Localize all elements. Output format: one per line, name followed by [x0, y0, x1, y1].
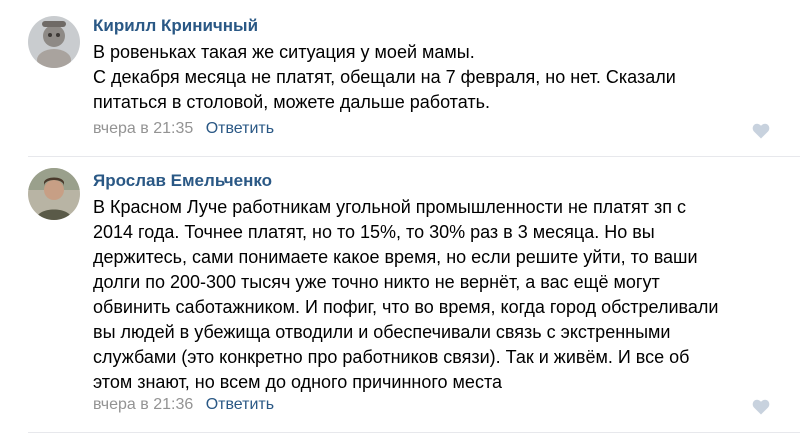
comment-author-link[interactable]: Ярослав Емельченко: [93, 171, 272, 191]
comment-text-line: вы людей в убежища отводили и обеспечива…: [93, 322, 671, 342]
comment-item: Кирилл Криничный В ровеньках такая же си…: [0, 0, 800, 160]
heart-icon[interactable]: [752, 123, 770, 139]
comment-text-line: этом знают, но всем до одного причинного…: [93, 372, 502, 392]
comment-text-line: держитесь, сами понимаете какое время, н…: [93, 247, 698, 267]
comment-text: В Красном Луче работникам угольной промы…: [93, 195, 783, 395]
comment-divider: [28, 432, 800, 433]
comment-text-line: С декабря месяца не платят, обещали на 7…: [93, 67, 676, 87]
comment-author-link[interactable]: Кирилл Криничный: [93, 16, 258, 36]
comment-text-line: питаться в столовой, можете дальше работ…: [93, 92, 490, 112]
comment-timestamp[interactable]: вчера в 21:36: [93, 396, 193, 413]
reply-button[interactable]: Ответить: [206, 396, 274, 413]
comment-text-line: обвинить саботажником. И пофиг, что во в…: [93, 297, 719, 317]
comment-meta: вчера в 21:36 Ответить: [93, 396, 274, 414]
comment-timestamp[interactable]: вчера в 21:35: [93, 120, 193, 137]
avatar[interactable]: [28, 168, 80, 220]
comment-text-line: долги по 200-300 тысяч уже точно никто н…: [93, 272, 660, 292]
comment-text-line: В Красном Луче работникам угольной промы…: [93, 197, 687, 217]
comment-text-line: 2014 года. Точнее платят, но то 15%, то …: [93, 222, 655, 242]
heart-icon[interactable]: [752, 399, 770, 415]
comment-item: Ярослав Емельченко В Красном Луче работн…: [0, 157, 800, 443]
reply-button[interactable]: Ответить: [206, 120, 274, 137]
comment-text: В ровеньках такая же ситуация у моей мам…: [93, 40, 783, 115]
comment-meta: вчера в 21:35 Ответить: [93, 120, 274, 138]
comment-text-line: службами (это конкретно про работников с…: [93, 347, 690, 367]
avatar[interactable]: [28, 16, 80, 68]
comment-text-line: В ровеньках такая же ситуация у моей мам…: [93, 42, 475, 62]
